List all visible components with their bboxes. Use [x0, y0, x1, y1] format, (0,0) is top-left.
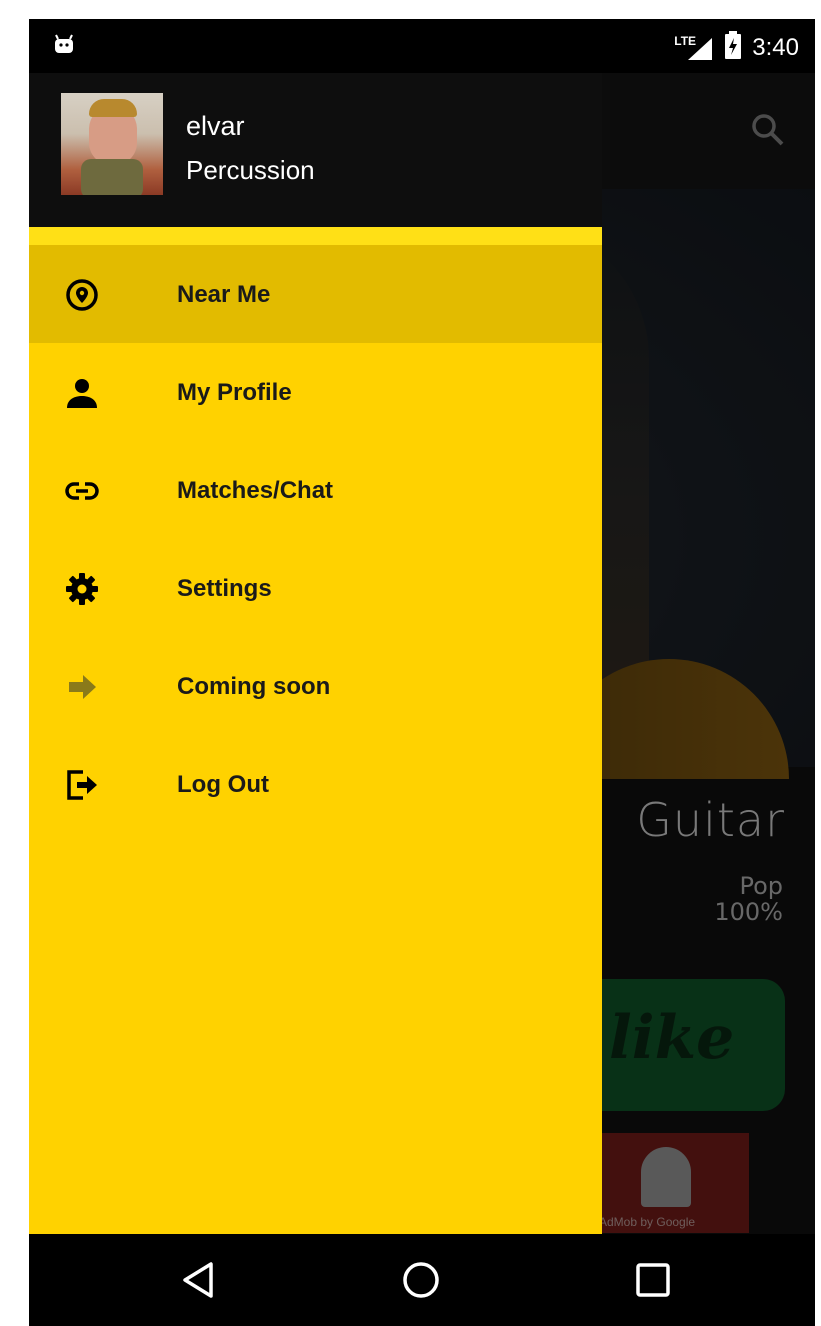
menu-item-log-out[interactable]: Log Out — [29, 735, 602, 833]
menu-item-settings[interactable]: Settings — [29, 539, 602, 637]
user-instrument: Percussion — [186, 155, 315, 185]
menu-label: My Profile — [177, 379, 292, 406]
menu-item-matches-chat[interactable]: Matches/Chat — [29, 441, 602, 539]
status-bar: LTE 3:40 — [29, 19, 815, 73]
menu-label: Log Out — [177, 771, 269, 798]
battery-icon — [724, 31, 742, 64]
menu-item-near-me[interactable]: Near Me — [29, 245, 602, 343]
person-icon — [65, 376, 99, 410]
drawer-divider — [29, 227, 602, 245]
logout-icon — [65, 768, 99, 802]
link-icon — [65, 474, 99, 508]
menu-label: Matches/Chat — [177, 477, 334, 504]
user-name: elvar — [186, 111, 245, 141]
clock: 3:40 — [752, 33, 799, 61]
drawer-header: elvar Percussion — [29, 73, 602, 227]
android-notification-icon — [53, 33, 75, 60]
device-screen: LTE 3:40 Guitar Pop 100% like AdMob by G… — [29, 19, 815, 1326]
status-indicators: LTE 3:40 — [674, 31, 799, 64]
signal-icon: LTE — [674, 34, 714, 62]
menu-label: Coming soon — [177, 673, 331, 700]
drawer-menu: Near Me My Profile Matches/Chat Settings… — [29, 245, 602, 833]
location-pin-icon — [65, 278, 99, 312]
navigation-drawer: elvar Percussion Near Me My Profile Matc… — [29, 73, 602, 1234]
menu-item-coming-soon[interactable]: Coming soon — [29, 637, 602, 735]
home-icon[interactable] — [401, 1260, 441, 1300]
gear-icon — [65, 572, 99, 606]
recents-icon[interactable] — [633, 1260, 673, 1300]
back-icon[interactable] — [179, 1260, 219, 1300]
arrow-right-icon — [65, 670, 99, 704]
menu-label: Near Me — [177, 281, 271, 308]
avatar[interactable] — [61, 93, 163, 195]
system-nav-bar — [29, 1234, 815, 1326]
menu-label: Settings — [177, 575, 272, 602]
menu-item-my-profile[interactable]: My Profile — [29, 343, 602, 441]
